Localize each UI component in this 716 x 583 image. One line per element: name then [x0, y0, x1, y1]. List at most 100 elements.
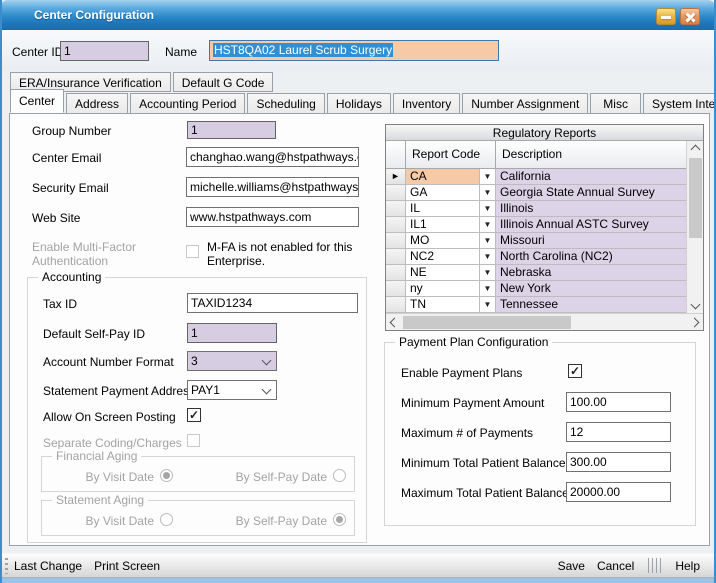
row-selector[interactable]: [386, 185, 406, 201]
separate-coding-charges-label: Separate Coding/Charges: [43, 436, 182, 450]
dropdown-arrow-icon[interactable]: ▼: [480, 249, 496, 265]
description-cell[interactable]: Georgia State Annual Survey: [496, 185, 686, 201]
save-button[interactable]: Save: [552, 559, 591, 573]
default-self-pay-id-field[interactable]: 1: [187, 323, 277, 343]
center-email-field[interactable]: changhao.wang@hstpathways.com: [186, 147, 359, 167]
web-site-field[interactable]: www.hstpathways.com: [186, 207, 359, 227]
tab-address[interactable]: Address: [66, 93, 128, 113]
description-cell[interactable]: California: [496, 169, 686, 185]
minimum-payment-amount-field[interactable]: 100.00: [566, 392, 671, 412]
row-selector[interactable]: [386, 297, 406, 313]
report-code-cell[interactable]: NC2: [406, 249, 480, 265]
table-row[interactable]: TN ▼ Tennessee: [386, 297, 686, 313]
description-cell[interactable]: New York: [496, 281, 686, 297]
report-code-cell[interactable]: CA: [406, 169, 480, 185]
grid-caption: Regulatory Reports: [386, 125, 703, 141]
row-selector[interactable]: [386, 233, 406, 249]
scroll-right-icon[interactable]: [686, 314, 703, 331]
account-number-format-combo[interactable]: 3: [187, 351, 277, 371]
tab-accounting-period[interactable]: Accounting Period: [130, 93, 245, 113]
maximum-number-of-payments-field[interactable]: 12: [566, 422, 671, 442]
vertical-scrollbar[interactable]: [686, 141, 703, 313]
grid-header-description[interactable]: Description: [496, 141, 703, 169]
financial-by-visit-date-label: By Visit Date: [42, 470, 154, 484]
dropdown-arrow-icon[interactable]: ▼: [480, 265, 496, 281]
dropdown-arrow-icon[interactable]: ▼: [480, 233, 496, 249]
description-cell[interactable]: Tennessee: [496, 297, 686, 313]
center-id-field[interactable]: 1: [60, 41, 149, 61]
report-code-cell[interactable]: GA: [406, 185, 480, 201]
row-selector[interactable]: [386, 265, 406, 281]
group-number-field[interactable]: 1: [187, 121, 276, 139]
tab-number-assignment[interactable]: Number Assignment: [462, 93, 588, 113]
scroll-down-icon[interactable]: [687, 296, 704, 313]
maximum-total-patient-balance-field[interactable]: 20000.00: [566, 482, 671, 502]
tab-center[interactable]: Center: [10, 89, 64, 113]
scroll-up-icon[interactable]: [687, 141, 704, 158]
statement-payment-address-value: PAY1: [191, 383, 220, 397]
dropdown-arrow-icon[interactable]: ▼: [480, 297, 496, 313]
report-code-cell[interactable]: NE: [406, 265, 480, 281]
description-cell[interactable]: Illinois Annual ASTC Survey: [496, 217, 686, 233]
tab-inventory[interactable]: Inventory: [393, 93, 460, 113]
report-code-cell[interactable]: MO: [406, 233, 480, 249]
horizontal-scroll-track[interactable]: [403, 314, 686, 330]
dropdown-arrow-icon[interactable]: ▼: [480, 185, 496, 201]
dropdown-arrow-icon[interactable]: ▼: [480, 217, 496, 233]
horizontal-scrollbar[interactable]: [386, 313, 703, 330]
row-selector[interactable]: [386, 249, 406, 265]
vertical-scroll-track[interactable]: [687, 158, 703, 296]
report-code-cell[interactable]: TN: [406, 297, 480, 313]
regulatory-reports-grid: Regulatory Reports Report Code Descripti…: [385, 124, 704, 331]
row-selector[interactable]: [386, 201, 406, 217]
table-row[interactable]: GA ▼ Georgia State Annual Survey: [386, 185, 686, 201]
tab-default-g-code[interactable]: Default G Code: [173, 72, 274, 92]
name-field[interactable]: HST8QA02 Laurel Scrub Surgery: [209, 40, 499, 61]
header-panel: Center ID 1 Name HST8QA02 Laurel Scrub S…: [2, 30, 714, 71]
vertical-scroll-thumb[interactable]: [689, 158, 702, 238]
security-email-field[interactable]: michelle.williams@hstpathways.com: [186, 177, 359, 197]
tab-system-interface[interactable]: System Interface: [643, 93, 716, 113]
table-row[interactable]: IL ▼ Illinois: [386, 201, 686, 217]
table-row[interactable]: ► CA ▼ California: [386, 169, 686, 185]
statement-by-self-pay-date-radio: [333, 513, 346, 526]
title-bar[interactable]: Center Configuration: [0, 0, 716, 30]
close-icon[interactable]: [680, 8, 700, 25]
scroll-left-icon[interactable]: [386, 314, 403, 331]
statement-payment-address-combo[interactable]: PAY1: [187, 380, 277, 400]
table-row[interactable]: NE ▼ Nebraska: [386, 265, 686, 281]
statement-payment-address-label: Statement Payment Address: [43, 384, 195, 398]
tax-id-field[interactable]: TAXID1234: [187, 293, 358, 313]
description-cell[interactable]: Illinois: [496, 201, 686, 217]
row-selector[interactable]: [386, 217, 406, 233]
dropdown-arrow-icon[interactable]: ▼: [480, 169, 496, 185]
help-button[interactable]: Help: [669, 559, 706, 573]
allow-on-screen-posting-checkbox[interactable]: [187, 408, 201, 422]
tab-misc[interactable]: Misc: [590, 93, 641, 113]
horizontal-scroll-thumb[interactable]: [403, 316, 571, 329]
grid-header-report-code[interactable]: Report Code: [406, 141, 496, 169]
table-row[interactable]: ny ▼ New York: [386, 281, 686, 297]
tab-scheduling[interactable]: Scheduling: [247, 93, 324, 113]
minimum-total-patient-balance-field[interactable]: 300.00: [566, 452, 671, 472]
maximum-number-of-payments-label: Maximum # of Payments: [401, 426, 533, 440]
tab-holidays[interactable]: Holidays: [327, 93, 391, 113]
last-change-button[interactable]: Last Change: [8, 559, 88, 573]
report-code-cell[interactable]: IL: [406, 201, 480, 217]
enable-payment-plans-checkbox[interactable]: [568, 364, 582, 378]
report-code-cell[interactable]: ny: [406, 281, 480, 297]
table-row[interactable]: NC2 ▼ North Carolina (NC2): [386, 249, 686, 265]
table-row[interactable]: IL1 ▼ Illinois Annual ASTC Survey: [386, 217, 686, 233]
dropdown-arrow-icon[interactable]: ▼: [480, 281, 496, 297]
table-row[interactable]: MO ▼ Missouri: [386, 233, 686, 249]
description-cell[interactable]: North Carolina (NC2): [496, 249, 686, 265]
dropdown-arrow-icon[interactable]: ▼: [480, 201, 496, 217]
description-cell[interactable]: Missouri: [496, 233, 686, 249]
description-cell[interactable]: Nebraska: [496, 265, 686, 281]
cancel-button[interactable]: Cancel: [591, 559, 640, 573]
account-number-format-label: Account Number Format: [43, 355, 174, 369]
print-screen-button[interactable]: Print Screen: [88, 559, 166, 573]
row-selector[interactable]: [386, 281, 406, 297]
report-code-cell[interactable]: IL1: [406, 217, 480, 233]
minimize-icon[interactable]: [656, 8, 676, 25]
